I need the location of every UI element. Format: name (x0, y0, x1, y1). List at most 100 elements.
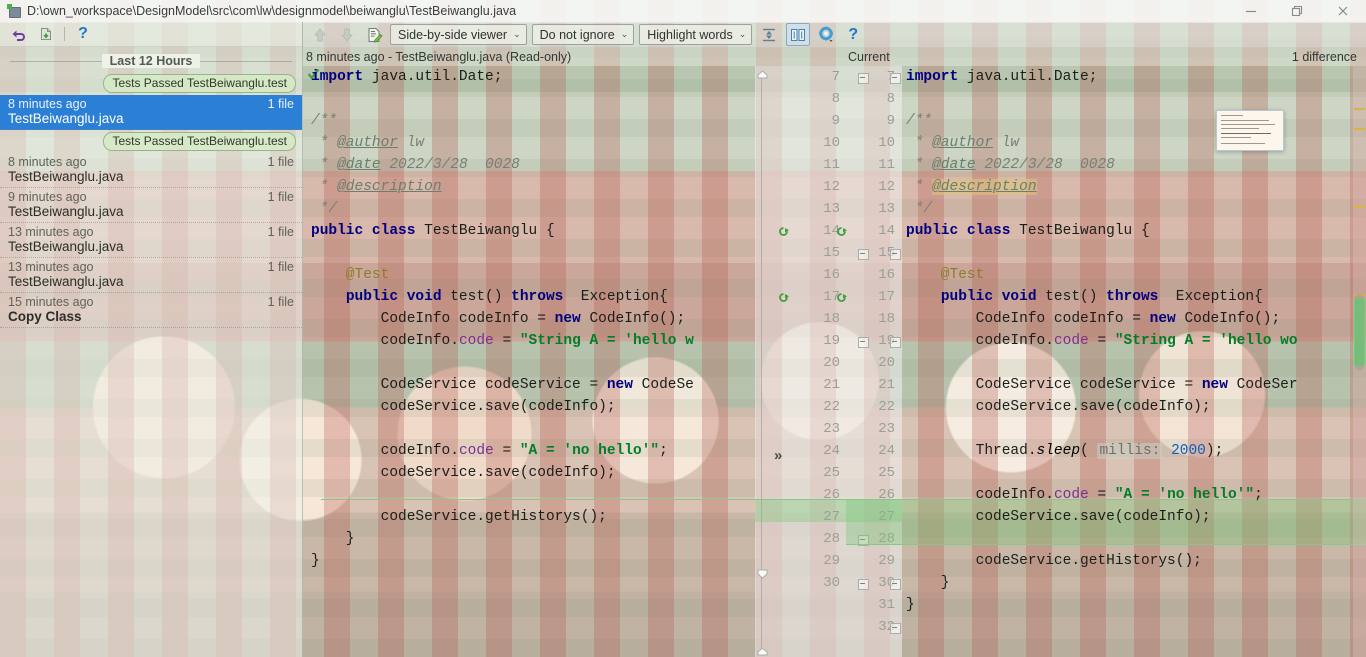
code-line: codeService.save(codeInfo); (311, 396, 755, 418)
tests-passed-badge: Tests Passed TestBeiwanglu.test (103, 132, 296, 151)
diff-toolbar: Side-by-side viewer ⌄ Do not ignore ⌄ Hi… (303, 22, 1366, 48)
code-token: codeInfo. (906, 487, 1054, 503)
code-token: import (311, 69, 372, 85)
diff-header-bar: 8 minutes ago - TestBeiwanglu.java (Read… (303, 48, 1366, 66)
revision-file-count: 1 file (267, 190, 294, 204)
list-item[interactable]: 9 minutes ago 1 file TestBeiwanglu.java (0, 188, 302, 223)
code-token: new (1201, 377, 1237, 393)
code-token: } (311, 531, 355, 547)
code-line: import java.util.Date; (906, 66, 1366, 88)
list-item[interactable]: 8 minutes ago 1 file TestBeiwanglu.java (0, 95, 302, 130)
code-line: Thread.sleep( millis: 2000); (906, 440, 1366, 462)
line-number: 26 (823, 487, 840, 503)
code-token: public class (311, 223, 425, 239)
code-token: } (906, 575, 950, 591)
code-line: * @author lw (311, 132, 755, 154)
code-token: = (493, 443, 520, 459)
maximize-button[interactable] (1274, 0, 1320, 22)
code-line: public void test() throws Exception{ (311, 286, 755, 308)
left-diff-pane[interactable]: import java.util.Date; /** * @author lw … (303, 66, 755, 657)
code-token: codeService.save(codeInfo); (906, 509, 1211, 525)
code-token: "A = 'no hello'" (1114, 487, 1255, 503)
code-token: * (311, 179, 338, 195)
code-token: * (906, 135, 933, 151)
help-icon[interactable]: ? (842, 24, 864, 45)
highlight-mode-dropdown[interactable]: Highlight words ⌄ (639, 24, 753, 45)
code-token: 2022/3/28 0028 (975, 157, 1115, 173)
fold-marker-icon[interactable] (890, 249, 901, 260)
revision-file-count: 1 file (267, 97, 294, 111)
code-token: Exception{ (572, 289, 668, 305)
scroll-cap-bottom (756, 643, 769, 656)
right-scroll-thumb[interactable] (1355, 294, 1364, 370)
chevron-down-icon: ⌄ (620, 29, 629, 39)
line-number: 29 (823, 553, 840, 569)
run-test-icon[interactable] (777, 225, 790, 238)
marker-stripe (1354, 128, 1365, 130)
revision-timestamp: 15 minutes ago (8, 295, 94, 309)
ignore-mode-label: Do not ignore (539, 27, 615, 42)
code-line: codeInfo.code = "A = 'no hello'"; (906, 484, 1366, 506)
list-item[interactable]: 8 minutes ago 1 file TestBeiwanglu.java (0, 153, 302, 188)
run-test-icon[interactable] (777, 291, 790, 304)
code-token: @author (337, 135, 399, 151)
close-button[interactable] (1320, 0, 1366, 22)
fold-marker-icon[interactable] (890, 73, 901, 84)
ignore-mode-dropdown[interactable]: Do not ignore ⌄ (531, 24, 635, 45)
code-token: CodeInfo codeInfo = (906, 311, 1150, 327)
marker-stripe (1354, 108, 1365, 110)
fold-marker-icon[interactable] (890, 579, 901, 590)
code-line: * @date 2022/3/28 0028 (906, 154, 1366, 176)
local-history-panel: ? Last 12 Hours Tests Passed TestBeiwang… (0, 22, 303, 657)
fold-marker-icon[interactable] (890, 337, 901, 348)
revision-file-count: 1 file (267, 260, 294, 274)
code-token: millis: (1097, 443, 1163, 459)
list-item[interactable]: 15 minutes ago 1 file Copy Class (0, 293, 302, 328)
left-pane-scroll-track[interactable] (761, 72, 762, 648)
code-line: public class TestBeiwanglu { (311, 220, 755, 242)
code-line: codeService.getHistorys(); (311, 506, 755, 528)
help-icon[interactable]: ? (73, 24, 93, 44)
create-patch-icon[interactable] (36, 24, 56, 44)
local-history-section-header: Last 12 Hours (0, 50, 302, 72)
line-number: 7 (831, 69, 840, 85)
line-number: 27 (823, 509, 840, 525)
right-marker-scrollbar[interactable] (1353, 66, 1366, 657)
diff-accept-chevron[interactable]: » (774, 447, 782, 464)
viewer-mode-dropdown[interactable]: Side-by-side viewer ⌄ (390, 24, 527, 45)
code-token: code (1053, 333, 1089, 349)
line-number: 21 (823, 377, 840, 393)
sync-scroll-icon[interactable] (786, 23, 811, 46)
section-header-label: Last 12 Hours (101, 54, 201, 68)
code-token: throws (511, 289, 573, 305)
diff-panes: import java.util.Date; /** * @author lw … (303, 66, 1366, 657)
line-number: 25 (823, 465, 840, 481)
arrow-up-icon[interactable] (309, 24, 331, 45)
code-token: * (311, 157, 338, 173)
revision-label: TestBeiwanglu.java (8, 274, 124, 289)
gear-icon[interactable] (815, 24, 837, 45)
code-token: "A = 'no hello'" (519, 443, 660, 459)
list-item[interactable]: 13 minutes ago 1 file TestBeiwanglu.java (0, 258, 302, 293)
collapse-lines-icon[interactable] (757, 23, 781, 46)
list-item[interactable]: 13 minutes ago 1 file TestBeiwanglu.java (0, 223, 302, 258)
code-token: TestBeiwanglu { (1019, 223, 1150, 239)
code-token: @Test (906, 267, 985, 283)
minimize-button[interactable] (1228, 0, 1274, 22)
arrow-down-icon[interactable] (336, 24, 358, 45)
edit-source-icon[interactable] (363, 24, 385, 45)
revert-arrow-icon[interactable] (8, 24, 28, 44)
fold-marker-icon[interactable] (890, 623, 901, 634)
code-line: @Test (906, 264, 1366, 286)
code-line: * @author lw (906, 132, 1366, 154)
left-code-content: import java.util.Date; /** * @author lw … (311, 66, 755, 594)
code-token: = (493, 333, 520, 349)
right-diff-pane[interactable]: import java.util.Date; /** * @author lw … (846, 66, 1366, 657)
code-line: } (311, 550, 755, 572)
code-line: import java.util.Date; (311, 66, 755, 88)
